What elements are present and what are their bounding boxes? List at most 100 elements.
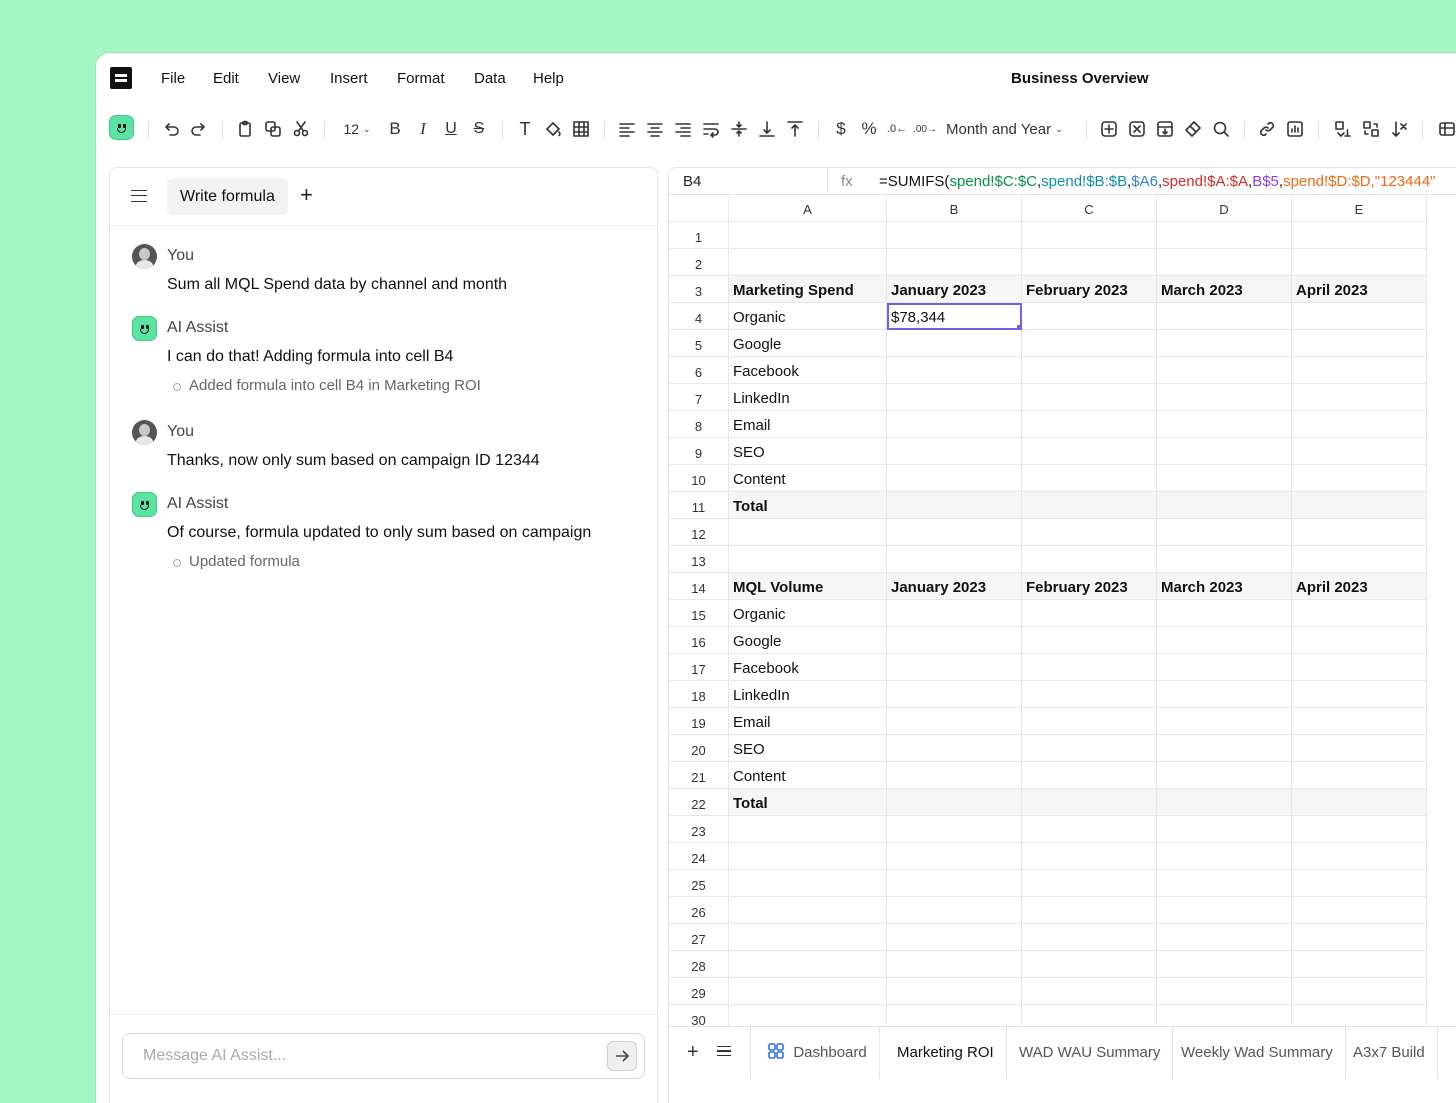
cell[interactable] [1157, 222, 1292, 249]
cell[interactable] [887, 951, 1022, 978]
cell[interactable] [1022, 681, 1157, 708]
cell[interactable] [1022, 222, 1157, 249]
align-bottom-icon[interactable] [756, 117, 778, 141]
align-middle-icon[interactable] [728, 117, 750, 141]
row-number[interactable]: 16 [669, 627, 729, 654]
menu-insert[interactable]: Insert [330, 70, 368, 87]
cell[interactable] [729, 222, 887, 249]
cell[interactable] [1022, 627, 1157, 654]
align-left-icon[interactable] [616, 117, 638, 141]
cell[interactable] [1292, 465, 1427, 492]
cell[interactable] [729, 519, 887, 546]
cell[interactable] [1022, 735, 1157, 762]
cell[interactable]: Email [729, 708, 887, 735]
cell[interactable] [1157, 627, 1292, 654]
cell[interactable] [887, 789, 1022, 816]
cell[interactable] [887, 924, 1022, 951]
cell[interactable] [1157, 924, 1292, 951]
row-number[interactable]: 19 [669, 708, 729, 735]
cell[interactable] [1292, 492, 1427, 519]
paste-icon[interactable] [234, 117, 256, 141]
row-number[interactable]: 29 [669, 978, 729, 1005]
cell[interactable] [1157, 384, 1292, 411]
cell[interactable]: LinkedIn [729, 384, 887, 411]
sheet-tab[interactable]: Marketing ROI [885, 1027, 1007, 1079]
cell[interactable] [887, 627, 1022, 654]
bold-icon[interactable]: B [384, 117, 406, 141]
cell[interactable] [887, 546, 1022, 573]
cell[interactable] [1292, 627, 1427, 654]
cell[interactable]: April 2023 [1292, 276, 1427, 303]
menu-file[interactable]: File [161, 70, 185, 87]
cell[interactable] [887, 222, 1022, 249]
cell[interactable] [887, 384, 1022, 411]
cell[interactable] [729, 546, 887, 573]
cell[interactable]: Content [729, 762, 887, 789]
cell[interactable] [1157, 708, 1292, 735]
redo-icon[interactable] [188, 117, 210, 141]
cell[interactable] [1022, 843, 1157, 870]
fill-color-icon[interactable] [542, 117, 564, 141]
column-header-b[interactable]: B [887, 195, 1022, 222]
row-number[interactable]: 27 [669, 924, 729, 951]
cell[interactable] [729, 897, 887, 924]
cell[interactable] [887, 492, 1022, 519]
cell[interactable] [1292, 978, 1427, 1005]
cell[interactable] [1292, 357, 1427, 384]
cell[interactable] [1292, 303, 1427, 330]
cell[interactable] [887, 897, 1022, 924]
cell[interactable] [729, 978, 887, 1005]
sheet-tab[interactable]: WAD WAU Summary [1007, 1027, 1174, 1079]
cell[interactable]: Total [729, 492, 887, 519]
sheet-tab[interactable]: A3x7 Build [1341, 1027, 1438, 1079]
send-button[interactable] [607, 1041, 637, 1071]
wrap-text-icon[interactable] [700, 117, 722, 141]
cell[interactable] [1157, 951, 1292, 978]
increase-decimal-icon[interactable]: .00→ [913, 117, 937, 141]
column-header-c[interactable]: C [1022, 195, 1157, 222]
cell[interactable] [887, 465, 1022, 492]
cell[interactable]: Organic [729, 600, 887, 627]
cell[interactable] [1292, 951, 1427, 978]
column-header-e[interactable]: E [1292, 195, 1427, 222]
cell[interactable] [887, 681, 1022, 708]
cell[interactable] [1022, 654, 1157, 681]
cell[interactable] [1157, 681, 1292, 708]
cell[interactable] [1292, 519, 1427, 546]
menu-view[interactable]: View [268, 70, 300, 87]
cell[interactable] [1022, 546, 1157, 573]
cell[interactable] [1022, 438, 1157, 465]
eraser-icon[interactable] [1182, 117, 1204, 141]
cell[interactable]: March 2023 [1157, 573, 1292, 600]
cell[interactable]: Organic [729, 303, 887, 330]
cell[interactable] [1157, 519, 1292, 546]
sort-icon[interactable] [1388, 117, 1410, 141]
cell[interactable] [1157, 330, 1292, 357]
insert-icon[interactable] [1098, 117, 1120, 141]
app-logo-icon[interactable] [110, 67, 132, 89]
cell[interactable]: Google [729, 330, 887, 357]
row-number[interactable]: 20 [669, 735, 729, 762]
cell[interactable]: January 2023 [887, 276, 1022, 303]
copy-icon[interactable] [262, 117, 284, 141]
cell[interactable]: January 2023 [887, 573, 1022, 600]
cell[interactable] [1157, 654, 1292, 681]
add-tab-icon[interactable]: + [300, 183, 313, 207]
archive-icon[interactable] [1154, 117, 1176, 141]
cell[interactable] [1292, 384, 1427, 411]
cell[interactable]: Content [729, 465, 887, 492]
cell[interactable] [887, 762, 1022, 789]
menu-data[interactable]: Data [474, 70, 506, 87]
delete-icon[interactable] [1126, 117, 1148, 141]
cell[interactable] [887, 438, 1022, 465]
menu-help[interactable]: Help [533, 70, 564, 87]
underline-icon[interactable]: U [440, 117, 462, 141]
cell[interactable] [1157, 816, 1292, 843]
cell[interactable] [1292, 546, 1427, 573]
action-note[interactable]: Added formula into cell B4 in Marketing … [173, 377, 481, 394]
cell[interactable] [1292, 654, 1427, 681]
cell[interactable] [1022, 708, 1157, 735]
cell[interactable] [1157, 546, 1292, 573]
menu-edit[interactable]: Edit [213, 70, 239, 87]
cell[interactable] [1022, 303, 1157, 330]
